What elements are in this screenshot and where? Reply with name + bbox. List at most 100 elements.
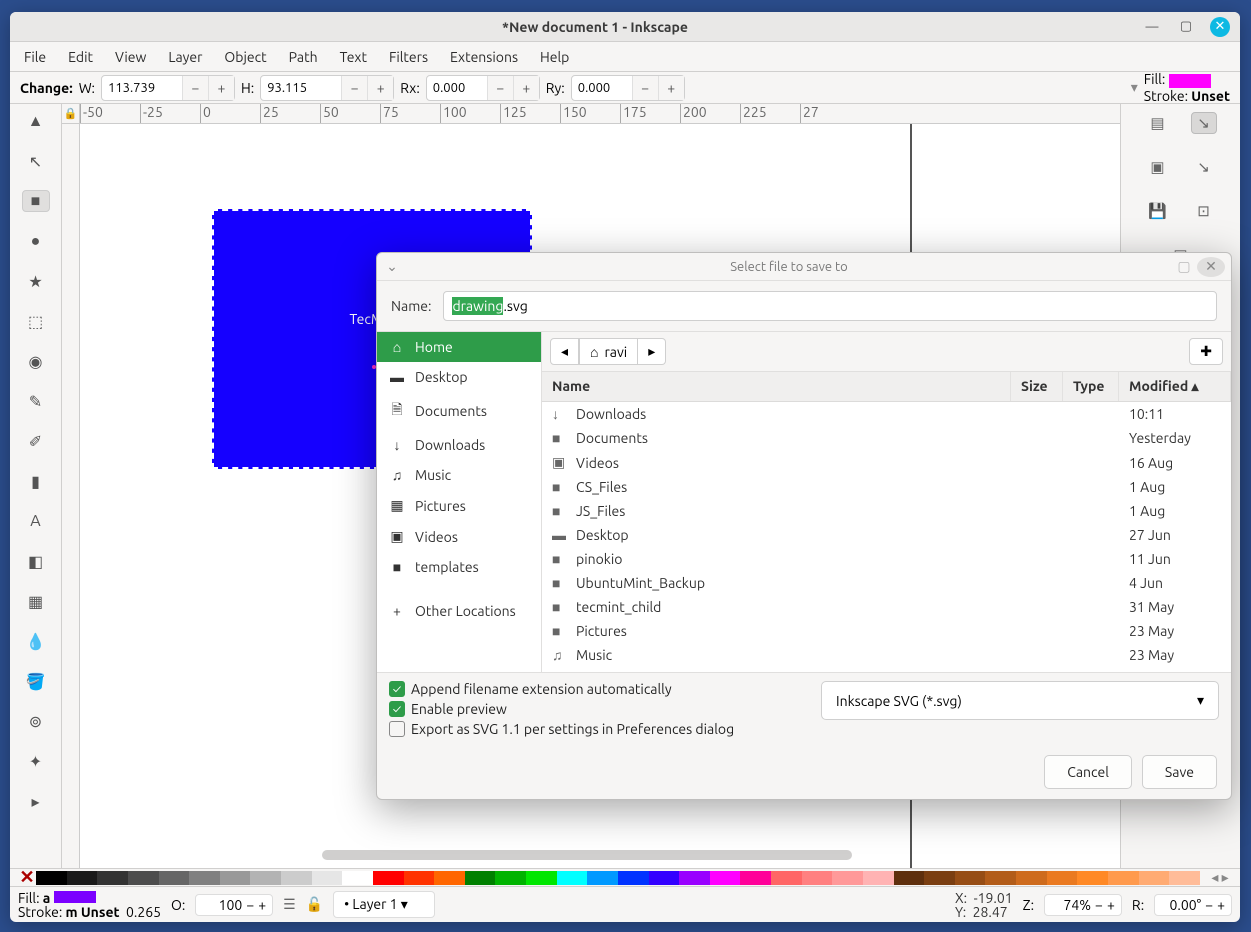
text-tool[interactable]: A — [22, 510, 50, 532]
fill-stroke-indicator[interactable]: Fill: Stroke: Unset — [1144, 71, 1230, 103]
palette-swatch[interactable] — [97, 871, 128, 885]
file-list-header[interactable]: Name Size Type Modified ▴ — [542, 372, 1231, 402]
palette-swatch[interactable] — [618, 871, 649, 885]
file-row[interactable]: ■tecmint_child31 May — [542, 595, 1231, 619]
rx-input[interactable] — [427, 81, 487, 95]
mesh-tool[interactable]: ▦ — [22, 590, 50, 612]
menu-help[interactable]: Help — [540, 49, 569, 65]
palette-swatch[interactable] — [557, 871, 588, 885]
lock-layer-icon[interactable]: 🔓 — [306, 896, 323, 913]
rot-minus[interactable]: − — [1205, 897, 1213, 913]
height-minus[interactable]: − — [341, 76, 367, 100]
save-button[interactable]: Save — [1142, 755, 1217, 789]
snap-node-icon[interactable]: ↘ — [1191, 156, 1217, 178]
col-name[interactable]: Name — [542, 372, 1011, 401]
palette-swatch[interactable] — [67, 871, 98, 885]
menu-filters[interactable]: Filters — [389, 49, 428, 65]
maximize-button[interactable]: ▢ — [1176, 17, 1196, 37]
height-field[interactable]: −+ — [260, 75, 394, 101]
breadcrumb-forward[interactable]: ▸ — [638, 338, 666, 365]
width-input[interactable] — [102, 81, 182, 95]
rot-plus[interactable]: + — [1217, 897, 1225, 913]
palette-swatch[interactable] — [771, 871, 802, 885]
ry-minus[interactable]: − — [632, 76, 658, 100]
palette-swatch[interactable] — [1139, 871, 1170, 885]
pen-tool[interactable]: ✐ — [22, 430, 50, 452]
palette-swatch[interactable] — [740, 871, 771, 885]
width-minus[interactable]: − — [182, 76, 208, 100]
palette-swatch[interactable] — [159, 871, 190, 885]
dropper-tool[interactable]: 💧 — [22, 630, 50, 652]
menu-file[interactable]: File — [24, 49, 46, 65]
file-row[interactable]: ■pinokio11 Jun — [542, 547, 1231, 571]
palette-swatch[interactable] — [1108, 871, 1139, 885]
calligraphy-tool[interactable]: ▮ — [22, 470, 50, 492]
new-doc-icon[interactable]: ▤ — [1145, 112, 1171, 134]
ry-field[interactable]: −+ — [571, 75, 685, 101]
menu-edit[interactable]: Edit — [68, 49, 93, 65]
palette-swatch[interactable] — [1047, 871, 1078, 885]
units-dropdown-icon[interactable]: ▾ — [1131, 79, 1138, 96]
rx-field[interactable]: −+ — [426, 75, 540, 101]
palette-swatch[interactable] — [434, 871, 465, 885]
ry-plus[interactable]: + — [658, 76, 684, 100]
ry-input[interactable] — [572, 81, 632, 95]
file-row[interactable]: ■CS_Files1 Aug — [542, 475, 1231, 499]
palette-swatch[interactable] — [924, 871, 955, 885]
file-row[interactable]: ♫Music23 May — [542, 643, 1231, 667]
palette-swatch[interactable] — [36, 871, 67, 885]
tweak-tool[interactable]: ⊚ — [22, 710, 50, 732]
file-row[interactable]: ↓Downloads10:11 — [542, 402, 1231, 426]
palette-swatch[interactable] — [526, 871, 557, 885]
palette-swatch[interactable] — [985, 871, 1016, 885]
palette-swatch[interactable] — [863, 871, 894, 885]
palette-swatch[interactable] — [587, 871, 618, 885]
palette-swatch[interactable] — [1016, 871, 1047, 885]
ruler-horizontal[interactable]: -50-25025507510012515017520022527 — [80, 104, 1120, 124]
node-tool[interactable]: ↖ — [22, 150, 50, 172]
palette-swatch[interactable] — [342, 871, 373, 885]
menu-layer[interactable]: Layer — [168, 49, 202, 65]
file-row[interactable]: ▬Desktop27 Jun — [542, 523, 1231, 547]
dialog-close-button[interactable]: ✕ — [1197, 257, 1225, 277]
no-fill-icon[interactable]: ✕ — [18, 870, 36, 886]
selector-tool[interactable]: ▲ — [22, 110, 50, 132]
col-modified[interactable]: Modified ▴ — [1119, 372, 1231, 401]
rotation-field[interactable]: −+ — [1154, 894, 1232, 916]
fill-swatch[interactable] — [1169, 74, 1211, 88]
opacity-field[interactable]: −+ — [195, 894, 273, 916]
chk-append-ext[interactable]: ✓ — [389, 681, 405, 697]
palette-swatch[interactable] — [1077, 871, 1108, 885]
dialog-chevron-icon[interactable]: ⌄ — [377, 258, 407, 275]
menu-path[interactable]: Path — [289, 49, 318, 65]
file-row[interactable]: ■JS_Files1 Aug — [542, 499, 1231, 523]
close-button[interactable]: ✕ — [1210, 17, 1230, 37]
place-downloads[interactable]: ↓Downloads — [377, 430, 541, 460]
horizontal-scrollbar[interactable] — [322, 850, 852, 860]
star-tool[interactable]: ★ — [22, 270, 50, 292]
ellipse-tool[interactable]: ● — [22, 230, 50, 252]
place-documents[interactable]: 🗎Documents — [377, 392, 541, 430]
place-pictures[interactable]: ▦Pictures — [377, 490, 541, 521]
file-row[interactable]: ▣Videos16 Aug — [542, 450, 1231, 475]
palette-swatch[interactable] — [312, 871, 343, 885]
place-videos[interactable]: ▣Videos — [377, 521, 541, 552]
col-size[interactable]: Size — [1011, 372, 1063, 401]
place-templates[interactable]: ■templates — [377, 552, 541, 582]
menu-text[interactable]: Text — [340, 49, 367, 65]
chk-svg11[interactable] — [389, 721, 405, 737]
file-list[interactable]: Name Size Type Modified ▴ ↓Downloads10:1… — [542, 372, 1231, 672]
width-field[interactable]: −+ — [101, 75, 235, 101]
palette-swatch[interactable] — [373, 871, 404, 885]
more-tools[interactable]: ▸ — [22, 790, 50, 812]
palette-swatch[interactable] — [220, 871, 251, 885]
snap-toggle[interactable]: ↘ — [1191, 112, 1217, 134]
palette-swatch[interactable] — [281, 871, 312, 885]
zoom-field[interactable]: −+ — [1044, 894, 1122, 916]
minimize-button[interactable]: — — [1142, 17, 1162, 37]
ruler-vertical[interactable] — [62, 124, 80, 868]
place-other-locations[interactable]: +Other Locations — [377, 596, 541, 626]
rx-plus[interactable]: + — [513, 76, 539, 100]
palette-swatch[interactable] — [679, 871, 710, 885]
opacity-minus[interactable]: − — [246, 897, 254, 913]
